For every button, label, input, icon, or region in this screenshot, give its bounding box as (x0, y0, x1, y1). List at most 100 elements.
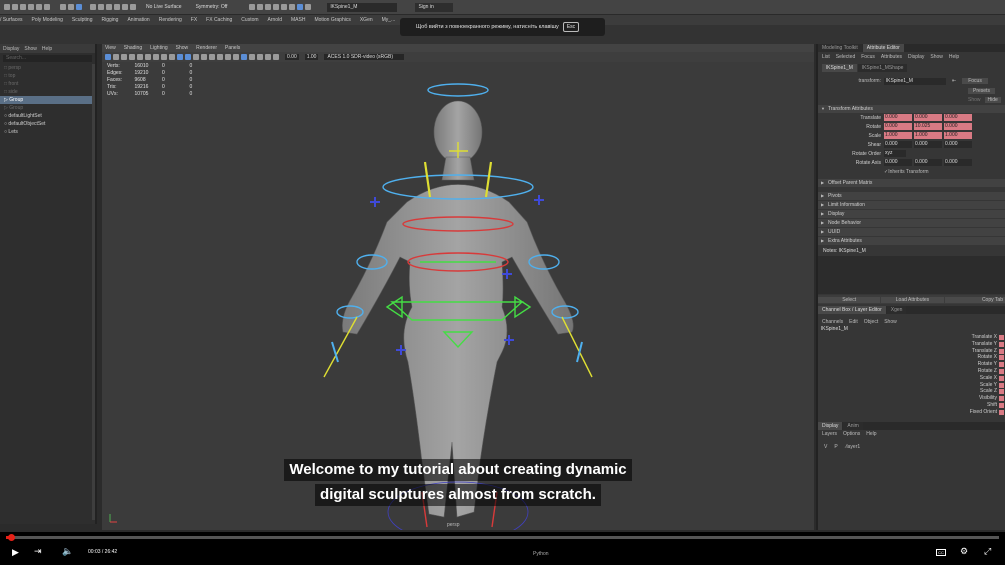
smooth-shade-icon[interactable] (185, 54, 191, 60)
channel-scale-y[interactable]: Scale Y (818, 382, 1005, 389)
xray-joints-icon[interactable] (257, 54, 263, 60)
outliner-item-persp[interactable]: □ persp (0, 64, 95, 72)
channel-rotate-y[interactable]: Rotate Y (818, 361, 1005, 368)
viewport-panel[interactable]: View Shading Lighting Show Renderer Pane… (102, 44, 814, 530)
outliner-item-top[interactable]: □ top (0, 72, 95, 80)
section-transform-attributes[interactable]: Transform Attributes (818, 105, 1005, 113)
pause-icon[interactable] (305, 4, 312, 10)
wireframe-icon[interactable] (177, 54, 183, 60)
textured-icon[interactable] (193, 54, 199, 60)
symmetry-dropdown[interactable]: Symmetry: Off (196, 4, 228, 10)
gamma-field[interactable]: 1.00 (304, 54, 319, 60)
layer-row[interactable]: V P ∕ layer1 (818, 443, 1005, 452)
hud-icon[interactable] (273, 54, 279, 60)
image-plane-icon[interactable] (129, 54, 135, 60)
channel-scale-x[interactable]: Scale X (818, 375, 1005, 382)
save-scene-icon[interactable] (28, 4, 34, 10)
exposure-field[interactable]: 0.00 (285, 54, 299, 60)
snap-surface-icon[interactable] (122, 4, 128, 10)
antialias-icon[interactable] (225, 54, 231, 60)
tab-channel-box[interactable]: Channel Box / Layer Editor (818, 306, 886, 314)
snap-curve-icon[interactable] (98, 4, 104, 10)
tab-display-layers[interactable]: Display (818, 421, 843, 430)
shelf-tab-rendering[interactable]: Rendering (159, 17, 182, 23)
channel-rotate-z[interactable]: Rotate Z (818, 368, 1005, 375)
tab-anim-layers[interactable]: Anim (843, 421, 863, 430)
rotate-y-field[interactable]: 10.025 (914, 123, 942, 130)
camera-attributes-icon[interactable] (113, 54, 119, 60)
snap-grid-icon[interactable] (90, 4, 96, 10)
translate-z-field[interactable]: 0.000 (944, 114, 972, 121)
video-progress-bar[interactable] (6, 534, 999, 541)
playback-icon[interactable] (297, 4, 304, 10)
viewport-menu-renderer[interactable]: Renderer (196, 45, 217, 51)
scale-x-field[interactable]: 1.000 (884, 132, 912, 139)
viewport-menu-panels[interactable]: Panels (225, 45, 240, 51)
grid-icon[interactable] (153, 54, 159, 60)
viewport-menu-show[interactable]: Show (176, 45, 189, 51)
viewport-menu-view[interactable]: View (105, 45, 116, 51)
ae-menu-show[interactable]: Show (930, 54, 943, 60)
outliner-item-default-light-set[interactable]: ○ defaultLightSet (0, 112, 95, 120)
tab-xgen[interactable]: Xgen (886, 306, 907, 314)
snap-point-icon[interactable] (106, 4, 112, 10)
rotate-axis-y-field[interactable]: 0.000 (914, 159, 942, 166)
shelf-tab-surfaces[interactable]: / Surfaces (0, 17, 23, 23)
channel-scale-z[interactable]: Scale Z (818, 388, 1005, 395)
sign-in-button[interactable]: Sign in (415, 2, 454, 12)
cb-menu-object[interactable]: Object (864, 319, 878, 325)
focus-button[interactable]: Focus (962, 78, 988, 84)
node-tab-transform[interactable]: lKSpine1_M (822, 63, 857, 72)
select-button[interactable]: Select (818, 296, 881, 303)
outliner-item-group-2[interactable]: ▷ Group (0, 104, 95, 112)
select-camera-icon[interactable] (105, 54, 111, 60)
shelf-tab-fx-caching[interactable]: FX Caching (206, 17, 232, 23)
select-component-icon[interactable] (76, 4, 82, 10)
arnold-render-icon[interactable] (289, 4, 296, 10)
layer-menu-help[interactable]: Help (866, 431, 876, 437)
video-chapter[interactable]: Python (533, 551, 549, 557)
channel-translate-y[interactable]: Translate Y (818, 341, 1005, 348)
menu-set-icon[interactable] (4, 4, 10, 10)
snap-view-icon[interactable] (130, 4, 136, 10)
shelf-tab-rigging[interactable]: Rigging (102, 17, 119, 23)
channel-rotate-x[interactable]: Rotate X (818, 354, 1005, 361)
presets-button[interactable]: Presets (968, 87, 995, 94)
shelf-tab-motion-graphics[interactable]: Motion Graphics (314, 17, 350, 23)
rotate-axis-x-field[interactable]: 0.000 (884, 159, 912, 166)
node-tab-shape[interactable]: lKSpine1_MShape (857, 63, 908, 72)
channel-fixed-orient[interactable]: Fixed Orient (818, 409, 1005, 416)
object-name-field[interactable]: lKSpine1_M (327, 2, 398, 12)
ae-menu-display[interactable]: Display (908, 54, 924, 60)
section-offset-parent-matrix[interactable]: Offset Parent Matrix (818, 179, 1005, 187)
translate-x-field[interactable]: 0.000 (884, 114, 912, 121)
select-hierarchy-icon[interactable] (60, 4, 66, 10)
shear-y-field[interactable]: 0.000 (914, 141, 942, 148)
ambient-occlusion-icon[interactable] (217, 54, 223, 60)
layer-menu-options[interactable]: Options (843, 431, 860, 437)
shelf-tab-mash[interactable]: MASH (291, 17, 305, 23)
rotate-order-dropdown[interactable]: xyz (884, 150, 906, 157)
outliner-search-input[interactable]: Search... (3, 55, 92, 62)
transform-name-field[interactable]: lKSpine1_M (884, 77, 946, 85)
new-scene-icon[interactable] (12, 4, 18, 10)
show-label[interactable]: Show (968, 97, 981, 103)
focus-arrow-icon[interactable]: ⇤ (952, 78, 956, 84)
shelf-tab-custom[interactable]: Custom (241, 17, 258, 23)
volume-icon[interactable]: 🔈 (62, 546, 73, 557)
resolution-gate-icon[interactable] (169, 54, 175, 60)
layer-playback-toggle[interactable]: P (834, 444, 837, 450)
isolate-select-icon[interactable] (241, 54, 247, 60)
outliner-scrollbar[interactable] (92, 64, 95, 520)
channel-translate-z[interactable]: Translate Z (818, 348, 1005, 355)
lights-icon[interactable] (201, 54, 207, 60)
subtitles-icon[interactable]: CC (936, 549, 946, 556)
outliner-item-default-object-set[interactable]: ○ defaultObjectSet (0, 120, 95, 128)
shelf-tab-arnold[interactable]: Arnold (268, 17, 282, 23)
outliner-menu-display[interactable]: Display (3, 46, 19, 52)
ipr-render-icon[interactable] (265, 4, 272, 10)
shelf-tab-fx[interactable]: FX (191, 17, 197, 23)
cb-menu-edit[interactable]: Edit (849, 319, 858, 325)
dof-icon[interactable] (233, 54, 239, 60)
load-attributes-button[interactable]: Load Attributes (881, 296, 944, 303)
